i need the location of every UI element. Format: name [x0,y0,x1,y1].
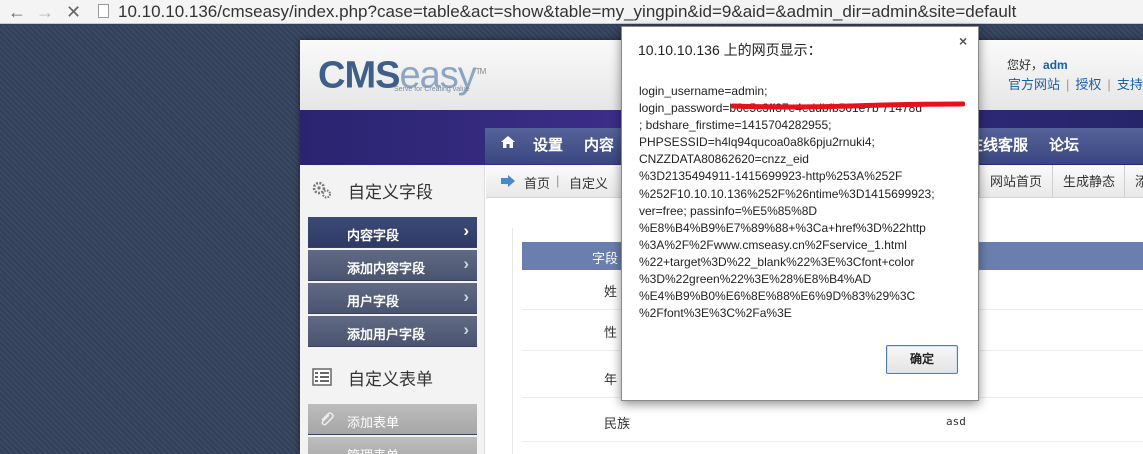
message-line: %E8%B4%B9%E7%89%88+%3Ca+href%3D%22http [639,220,926,235]
row-field-value: asd [946,415,966,428]
address-bar[interactable]: 10.10.10.136/cmseasy/index.php?case=tabl… [118,1,1016,23]
top-links: 官方网站|授权|支持论 [1008,74,1143,93]
greeting: 您好，adm [1007,56,1068,73]
page-icon [98,4,109,18]
gears-icon [312,181,331,199]
sidebar-item-add-form[interactable]: 添加表单 [308,404,477,435]
link-support-forum[interactable]: 支持论 [1117,77,1143,92]
nav-forum[interactable]: 论坛 [1049,132,1079,160]
row-field-name: 性 [604,325,618,340]
ok-button[interactable]: 确定 [886,345,958,374]
form-list-icon [312,368,332,386]
sidebar-item-content-fields[interactable]: 内容字段 › [308,217,477,248]
message-line: %3D2135494911-1415699923-http%253A%252F [639,169,903,184]
chevron-right-icon: › [463,254,469,273]
nav-settings[interactable]: 设置 [533,132,563,160]
sidebar-section-title: 自定义表单 [348,370,433,389]
breadcrumb-custom[interactable]: 自定义 [569,173,608,192]
link-official-site[interactable]: 官方网站 [1008,77,1060,92]
home-icon[interactable] [500,135,516,149]
alert-dialog: 10.10.10.136 上的网页显示： × login_username=ad… [621,26,979,401]
sidebar-item-user-fields[interactable]: 用户字段 › [308,283,477,314]
message-line: PHPSESSID=h4lq94qucoa0a8k6pju2rnuki4; [639,135,875,150]
dialog-message: login_username=admin; login_password=b6e… [639,83,971,322]
sidebar-item-label: 用户字段 [347,294,400,309]
sidebar-item-add-user-field[interactable]: 添加用户字段 › [308,316,477,347]
sidebar-item-label: 内容字段 [347,228,400,243]
sidebar-item-manage-form[interactable]: 管理表单 [308,437,477,454]
sidebar-item-label: 添加表单 [347,415,400,430]
sidebar-item-add-content-field[interactable]: 添加内容字段 › [308,250,477,281]
logo-tagline: Serve for Creating value [394,86,470,93]
close-icon[interactable]: × [959,33,967,49]
message-line: CNZZDATA80862620=cnzz_eid [639,152,809,167]
row-field-name: 姓 [604,284,618,299]
add-button[interactable]: 添 [1124,165,1143,198]
sidebar-item-label: 添加内容字段 [347,261,426,276]
logo-cms: CMS [318,54,400,97]
forward-icon[interactable]: → [36,2,54,22]
password-redaction-mark [731,101,965,110]
message-line: ; bdshare_firstime=1415704282955; [639,118,832,133]
sidebar-item-label: 管理表单 [347,445,399,454]
nav-content[interactable]: 内容 [584,132,614,160]
message-line: %2Ffont%3E%3C%2Fa%3E [639,306,792,321]
greeting-text: 您好， [1007,58,1044,72]
row-field-name: 民族 [604,416,631,431]
message-line: login_username=admin; [639,84,768,98]
chevron-right-icon: › [463,287,469,306]
sidebar-section-title: 自定义字段 [348,183,433,202]
link-license[interactable]: 授权 [1075,77,1101,92]
message-line: %3A%2F%2Fwww.cmseasy.cn%2Fservice_1.html [639,237,907,252]
logo-tm: TM [475,67,487,76]
stop-icon[interactable]: ✕ [66,2,81,22]
sidebar-item-label: 添加用户字段 [347,327,426,342]
back-icon[interactable]: ← [8,2,26,22]
greeting-user[interactable]: adm [1043,58,1068,72]
browser-toolbar: ← → ✕ 10.10.10.136/cmseasy/index.php?cas… [0,0,1143,24]
arrow-right-icon [501,175,515,187]
message-line: %3D%22green%22%3E%28%E8%B4%AD [639,272,872,287]
paperclip-icon [321,412,334,426]
generate-static-button[interactable]: 生成静态 [1052,165,1125,198]
table-header-field: 字段 [592,251,619,266]
sidebar: 自定义字段 内容字段 › 添加内容字段 › 用户字段 › 添加用户字段 › 自定… [300,165,485,454]
dialog-title: 10.10.10.136 上的网页显示： [638,42,822,58]
site-home-button[interactable]: 网站首页 [979,165,1052,198]
row-field-name: 年 [604,372,618,387]
chevron-right-icon: › [463,320,469,339]
chevron-right-icon: › [463,221,469,240]
message-line: ver=free; passinfo=%E5%85%8D [639,203,818,218]
message-line: %E4%B9%B0%E6%8E%88%E6%9D%83%29%3C [639,289,916,304]
message-line: %22+target%3D%22_blank%22%3E%3Cfont+colo… [639,254,915,269]
breadcrumb-home[interactable]: 首页 [524,173,550,192]
message-line: %252F10.10.10.136%252F%26ntime%3D1415699… [639,186,935,201]
table-row: 民族 asd [522,402,1143,442]
